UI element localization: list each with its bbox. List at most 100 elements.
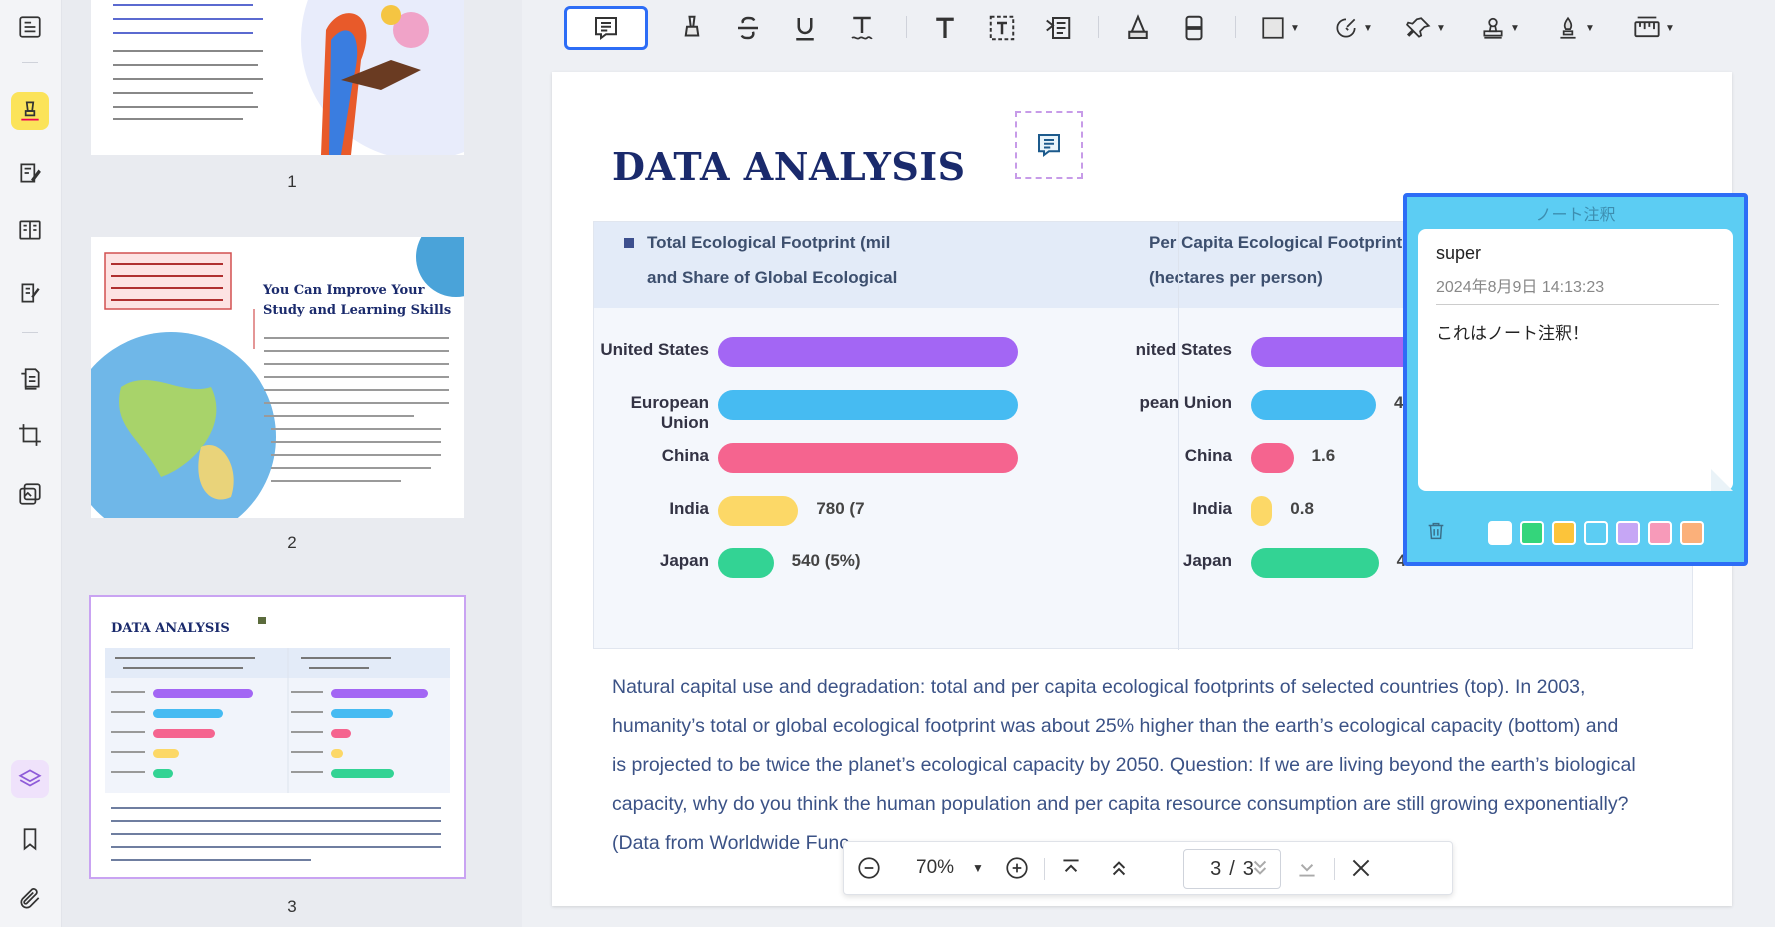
chart-bar (718, 443, 1018, 473)
note-color-swatch[interactable] (1520, 521, 1544, 545)
thumbnail-page-number: 3 (287, 897, 297, 916)
chart-bar (1251, 390, 1377, 420)
thumbnail-page-number: 1 (287, 172, 297, 191)
previous-page-icon[interactable] (1104, 842, 1134, 894)
text-icon[interactable] (925, 6, 965, 50)
page-navigation-bar: 70% ▼ 3 / 3 (843, 841, 1453, 895)
chart-category-label: United States (600, 340, 709, 359)
note-card[interactable]: super 2024年8月9日 14:13:23 これはノート注釈！ (1418, 229, 1733, 491)
thumbnail-page-1[interactable] (91, 0, 464, 155)
caption-line: capacity, why do you think the human pop… (612, 793, 1629, 815)
note-datetime: 2024年8月9日 14:13:23 (1436, 279, 1605, 296)
page-title: DATA ANALYSIS (612, 144, 966, 189)
zoom-in-icon[interactable] (1002, 842, 1032, 894)
chart-category-label: India (1192, 499, 1232, 518)
chart-category-label: Japan (659, 551, 709, 570)
highlighter-icon[interactable] (11, 92, 49, 130)
stamp-icon[interactable]: ▼ (1472, 6, 1528, 50)
chart-divider (1178, 222, 1179, 650)
zoom-dropdown-chevron-down-icon[interactable]: ▼ (968, 842, 988, 894)
shape-brush-icon[interactable]: ▼ (1325, 6, 1381, 50)
layers-icon[interactable] (11, 760, 49, 798)
chart-category-label: China (661, 446, 709, 465)
left-chart-header-line2: and Share of Global Ecological (647, 268, 898, 287)
note-color-swatch[interactable] (1616, 521, 1640, 545)
pin-icon[interactable]: ▼ (1398, 6, 1454, 50)
left-chart-header: Total Ecological Footprint (mil and Shar… (594, 222, 1178, 308)
note-annotation-marker[interactable] (1015, 111, 1083, 179)
chart-category-label: pean Union (1139, 393, 1232, 412)
current-page: 3 (1210, 857, 1222, 880)
note-corner-fold (1711, 469, 1733, 491)
chart-category-label: China (1184, 446, 1232, 465)
page-separator: / (1229, 857, 1235, 880)
note-color-swatch[interactable] (1552, 521, 1576, 545)
next-page-icon[interactable] (1245, 842, 1275, 894)
caption-line: humanity’s total or global ecological fo… (612, 715, 1619, 737)
eraser-icon[interactable] (1174, 6, 1214, 50)
left-chart-header-line1: Total Ecological Footprint (mil (647, 233, 891, 252)
chart-value-label: 0.8 (1290, 499, 1314, 518)
reader-icon[interactable] (11, 8, 49, 46)
pencil-icon[interactable] (1118, 6, 1158, 50)
note-color-swatch[interactable] (1488, 521, 1512, 545)
highlight-icon[interactable] (672, 6, 712, 50)
batch-icon[interactable] (11, 475, 49, 513)
caption-line: Natural capital use and degradation: tot… (612, 676, 1586, 698)
note-color-swatch[interactable] (1648, 521, 1672, 545)
thumbnail-page-number: 2 (287, 533, 297, 552)
chart-value-label: 540 (5%) (791, 551, 861, 570)
bookmark-icon[interactable] (11, 820, 49, 858)
chart-bar (1251, 496, 1273, 526)
note-author: super (1436, 243, 1482, 263)
organize-pages-icon[interactable] (11, 211, 49, 249)
left-tool-rail (0, 0, 62, 927)
last-page-icon[interactable] (1292, 842, 1322, 894)
text-box-icon[interactable] (982, 6, 1022, 50)
note-color-swatch[interactable] (1680, 521, 1704, 545)
edit-text-icon[interactable] (11, 154, 49, 192)
zoom-out-icon[interactable] (854, 842, 884, 894)
convert-icon[interactable] (11, 360, 49, 398)
underline-icon[interactable] (785, 6, 825, 50)
close-icon[interactable] (1346, 842, 1376, 894)
chart-category-label: European Union (630, 393, 709, 432)
attachment-icon[interactable] (11, 880, 49, 918)
bullet-square-icon (624, 238, 634, 248)
chart-category-label: Japan (1182, 551, 1232, 570)
note-popup-title: ノート注釈 (1535, 207, 1616, 224)
thumbnail-panel: 1 You Can Improve Your Study and Learnin… (62, 0, 522, 927)
first-page-icon[interactable] (1056, 842, 1086, 894)
chart-bar (718, 496, 799, 526)
signature-icon[interactable]: ▼ (1547, 6, 1603, 50)
text-callout-icon[interactable] (1038, 6, 1078, 50)
chart-bar (718, 390, 1018, 420)
chart-category-label: nited States (1135, 340, 1232, 359)
thumbnail-page-2[interactable]: You Can Improve Your Study and Learning … (91, 237, 464, 518)
caption-line: is projected to be twice the planet’s ec… (612, 754, 1636, 776)
chart-bar (718, 337, 1018, 367)
crop-icon[interactable] (11, 416, 49, 454)
thumbnail-page-3[interactable]: DATA ANALYSIS (89, 595, 466, 879)
zoom-level[interactable]: 70% (916, 857, 954, 879)
chart-bar (1251, 443, 1294, 473)
note-body-text[interactable]: これはノート注釈！ (1436, 319, 1589, 344)
document-view: ▼ ▼ ▼ ▼ ▼ ▼ DATA ANALYSIS Total Ecologic… (522, 0, 1775, 927)
chart-value-label: 1.6 (1311, 446, 1336, 465)
note-color-swatch[interactable] (1584, 521, 1608, 545)
measure-icon[interactable]: ▼ (1622, 6, 1686, 50)
chart-caption: Natural capital use and degradation: tot… (612, 668, 1672, 863)
form-icon[interactable] (11, 274, 49, 312)
note-popup[interactable]: ノート注釈 super 2024年8月9日 14:13:23 これはノート注釈！ (1403, 193, 1748, 566)
strikethrough-icon[interactable] (728, 6, 768, 50)
squiggly-icon[interactable] (842, 6, 882, 50)
trash-icon[interactable] (1425, 520, 1447, 542)
right-chart-header-line1: Per Capita Ecological Footprint (1149, 233, 1403, 252)
chart-value-label: 780 (7 (816, 499, 865, 518)
chart-bar (718, 548, 774, 578)
note-divider (1436, 304, 1719, 305)
sticky-note-icon[interactable] (564, 6, 648, 50)
shape-icon[interactable]: ▼ (1252, 6, 1308, 50)
right-chart-header-line2: (hectares per person) (1149, 268, 1323, 287)
chart-bar (1251, 548, 1379, 578)
